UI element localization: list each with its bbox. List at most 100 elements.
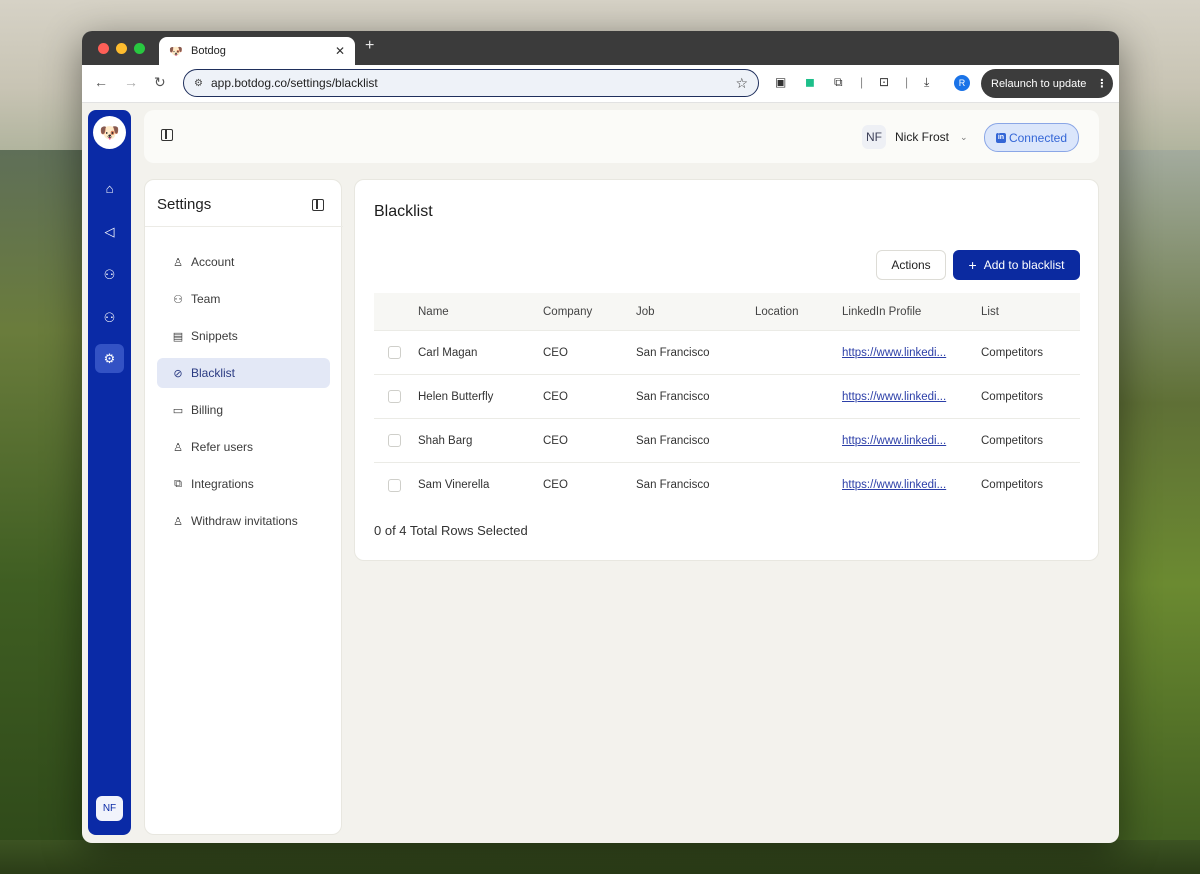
users-icon[interactable]: ⚇	[95, 260, 124, 289]
cell-company: CEO	[543, 479, 568, 491]
relaunch-label: Relaunch to update	[991, 77, 1087, 90]
chevron-down-icon: ⌄	[960, 131, 968, 142]
column-header-list[interactable]: List	[981, 306, 999, 318]
tab-strip: 🐶 Botdog ✕ +	[82, 31, 1119, 65]
column-header-company[interactable]: Company	[543, 306, 592, 318]
cell-job: San Francisco	[636, 434, 710, 447]
user-menu[interactable]: NF Nick Frost ⌄	[862, 125, 968, 149]
user-minus-icon: ♙	[173, 515, 183, 528]
cell-linkedin-link[interactable]: https://www.linkedi...	[842, 391, 946, 403]
settings-title: Settings	[157, 196, 212, 213]
credit-card-icon: ▭	[172, 404, 184, 417]
selection-status: 0 of 4 Total Rows Selected	[374, 523, 528, 538]
settings-item-team[interactable]: ⚇ Team	[157, 284, 330, 314]
settings-item-label: Billing	[191, 403, 224, 417]
new-tab-icon[interactable]: +	[365, 37, 374, 55]
column-header-linkedin[interactable]: LinkedIn Profile	[842, 306, 921, 318]
cell-list: Competitors	[981, 479, 1043, 491]
contacts-icon[interactable]: ⚇	[95, 303, 124, 332]
linkedin-connection-badge[interactable]: in Connected	[984, 123, 1079, 152]
cell-company: CEO	[543, 346, 568, 359]
extension-green-icon[interactable]: ◼	[805, 75, 815, 89]
address-bar[interactable]: ⚙ app.botdog.co/settings/blacklist ☆	[183, 69, 759, 97]
site-settings-icon[interactable]: ⚙	[194, 78, 203, 89]
table-row[interactable]: Carl Magan CEO San Francisco https://www…	[374, 331, 1080, 375]
home-icon[interactable]: ⌂	[95, 174, 124, 203]
connection-status: Connected	[1008, 130, 1068, 145]
table-row[interactable]: Sam Vinerella CEO San Francisco https://…	[374, 463, 1080, 507]
app-nav-rail: 🐶 ⌂ ◁ ⚇ ⚇ ⚙ NF	[88, 110, 131, 835]
document-icon: ▤	[172, 330, 184, 343]
relaunch-button[interactable]: Relaunch to update ⋮	[981, 69, 1113, 98]
settings-item-snippets[interactable]: ▤ Snippets	[157, 321, 330, 351]
settings-item-blacklist[interactable]: ⊘ Blacklist	[157, 358, 330, 388]
block-icon: ⊘	[173, 367, 183, 380]
settings-gear-icon[interactable]: ⚙	[95, 344, 124, 373]
more-menu-icon[interactable]: ⋮	[1096, 77, 1107, 90]
settings-item-label: Snippets	[191, 329, 238, 343]
sidebar-toggle-icon[interactable]	[161, 129, 173, 141]
background-left	[0, 150, 90, 874]
cell-name: Carl Magan	[418, 346, 478, 359]
user-plus-icon: ♙	[173, 441, 183, 454]
divider	[145, 226, 343, 227]
cell-linkedin-link[interactable]: https://www.linkedi...	[842, 479, 946, 491]
column-header-job[interactable]: Job	[636, 306, 655, 318]
row-checkbox[interactable]	[388, 390, 401, 403]
close-window-button[interactable]	[98, 43, 109, 54]
row-checkbox[interactable]	[388, 478, 401, 492]
page-title: Blacklist	[374, 203, 433, 220]
minimize-window-button[interactable]	[116, 43, 127, 54]
close-tab-icon[interactable]: ✕	[335, 44, 345, 58]
cell-company: CEO	[543, 390, 568, 403]
extensions-puzzle-icon[interactable]: ⧉	[834, 75, 843, 90]
download-icon[interactable]: ⤓	[924, 75, 929, 90]
cell-name: Helen Butterfly	[418, 390, 494, 403]
url-text[interactable]: app.botdog.co/settings/blacklist	[211, 76, 735, 90]
megaphone-icon[interactable]: ◁	[95, 217, 124, 246]
column-header-location[interactable]: Location	[755, 306, 798, 318]
team-icon: ⚇	[173, 293, 183, 306]
forward-icon[interactable]: →	[124, 74, 138, 90]
toolbar-divider: |	[860, 75, 864, 89]
botdog-logo-icon[interactable]: 🐶	[93, 116, 126, 149]
browser-window: 🐶 Botdog ✕ + ← → ↻ ⚙ app.botdog.co/setti…	[82, 31, 1119, 843]
maximize-window-button[interactable]	[134, 43, 145, 54]
rail-user-avatar[interactable]: NF	[96, 796, 123, 821]
add-to-blacklist-label: Add to blacklist	[983, 258, 1065, 272]
puzzle-icon: ⧉	[174, 477, 182, 490]
cell-name: Shah Barg	[418, 434, 473, 447]
cell-linkedin-link[interactable]: https://www.linkedi...	[842, 435, 946, 447]
settings-item-label: Team	[191, 292, 221, 306]
add-to-blacklist-button[interactable]: + Add to blacklist	[953, 250, 1080, 280]
settings-item-account[interactable]: ♙ Account	[157, 247, 330, 277]
linkedin-icon: in	[995, 132, 1006, 143]
table-row[interactable]: Helen Butterfly CEO San Francisco https:…	[374, 375, 1080, 419]
app-topbar: NF Nick Frost ⌄ in Connected	[144, 110, 1099, 163]
reload-icon[interactable]: ↻	[154, 74, 166, 91]
cell-job: San Francisco	[636, 479, 710, 491]
column-header-name[interactable]: Name	[418, 306, 449, 318]
user-initials: NF	[862, 125, 886, 149]
browser-tab[interactable]: 🐶 Botdog ✕	[159, 37, 355, 65]
settings-item-withdraw-invitations[interactable]: ♙ Withdraw invitations	[157, 506, 330, 536]
settings-item-billing[interactable]: ▭ Billing	[157, 395, 330, 425]
search-tab-icon[interactable]: ⊡	[879, 75, 889, 89]
row-checkbox[interactable]	[388, 346, 401, 359]
cell-linkedin-link[interactable]: https://www.linkedi...	[842, 347, 946, 359]
settings-collapse-icon[interactable]	[312, 199, 324, 211]
actions-button[interactable]: Actions	[876, 250, 946, 280]
tab-title: Botdog	[191, 45, 226, 57]
settings-item-label: Integrations	[191, 477, 254, 491]
settings-item-integrations[interactable]: ⧉ Integrations	[157, 469, 330, 499]
user-icon: ♙	[173, 256, 183, 269]
cell-name: Sam Vinerella	[418, 479, 490, 491]
extension-icon[interactable]: ▣	[775, 75, 786, 89]
bookmark-star-icon[interactable]: ☆	[735, 75, 748, 92]
row-checkbox[interactable]	[388, 434, 401, 447]
profile-avatar[interactable]: R	[954, 75, 970, 91]
settings-item-refer-users[interactable]: ♙ Refer users	[157, 432, 330, 462]
cell-job: San Francisco	[636, 390, 710, 403]
back-icon[interactable]: ←	[94, 74, 108, 90]
table-row[interactable]: Shah Barg CEO San Francisco https://www.…	[374, 419, 1080, 463]
